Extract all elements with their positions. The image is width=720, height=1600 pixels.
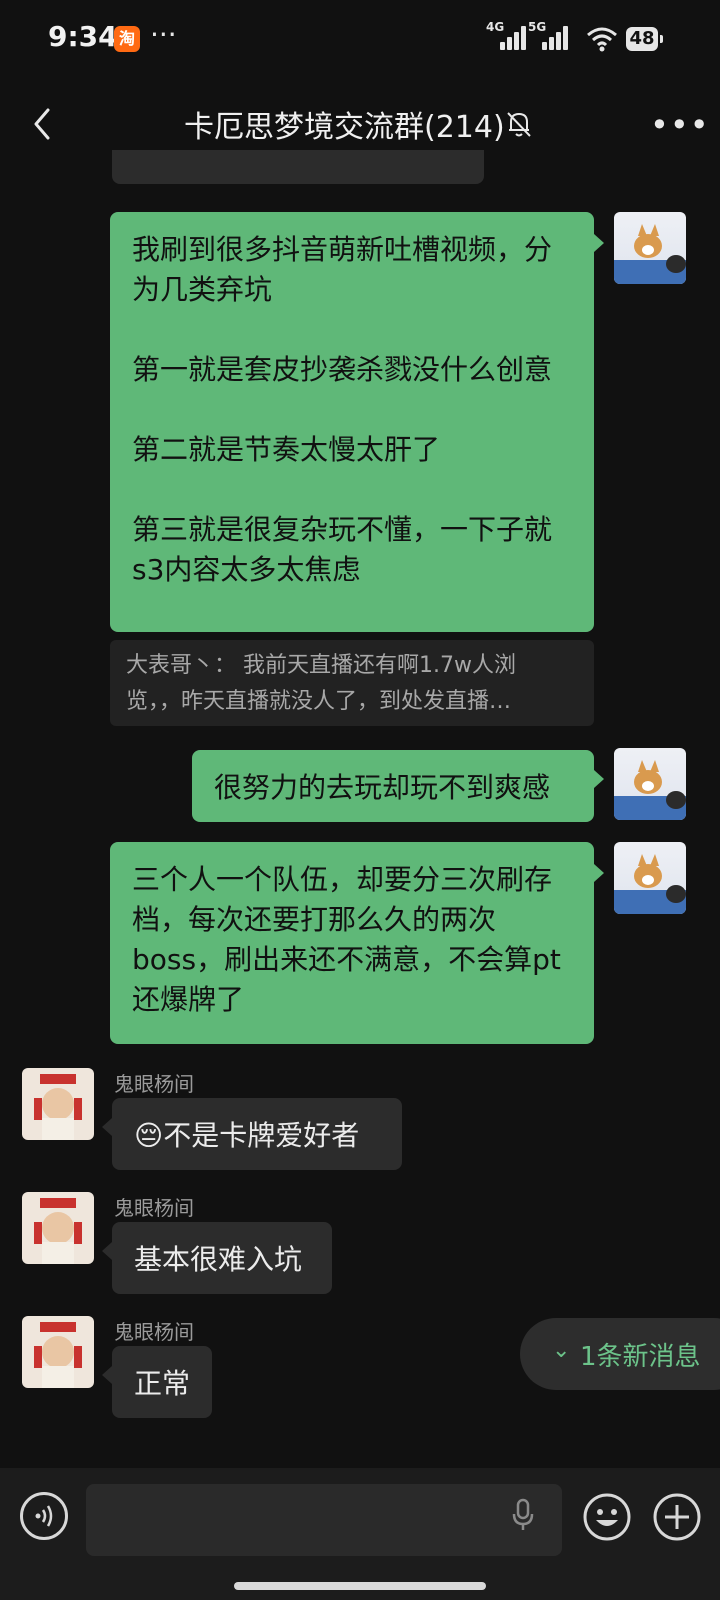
bubble-tail	[102, 1118, 112, 1136]
message-bubble-other[interactable]: 基本很难入坑	[112, 1222, 332, 1294]
microphone-icon[interactable]	[512, 1498, 534, 1532]
sender-name: 鬼眼杨间	[114, 1320, 194, 1344]
taobao-notification-icon: 淘	[114, 26, 140, 52]
home-indicator[interactable]	[234, 1582, 486, 1590]
my-avatar[interactable]	[614, 748, 686, 820]
message-bubble-mine[interactable]: 我刷到很多抖音萌新吐槽视频，分 为几类弃坑 第一就是套皮抄袭杀戮没什么创意 第二…	[110, 212, 594, 632]
message-bubble-other[interactable]: 😔不是卡牌爱好者	[112, 1098, 402, 1170]
quoted-message[interactable]: 大表哥丶： 我前天直播还有啊1.7w人浏 览，，昨天直播就没人了，到处发直播…	[110, 640, 594, 726]
sender-name: 鬼眼杨间	[114, 1072, 194, 1096]
more-options-icon[interactable]: •••	[650, 106, 710, 144]
message-bubble-other[interactable]: 正常	[112, 1346, 212, 1418]
bubble-tail	[594, 770, 604, 788]
emoji-icon[interactable]	[582, 1492, 632, 1542]
bubble-tail	[594, 864, 604, 882]
quote-line-1: 大表哥丶： 我前天直播还有啊1.7w人浏	[126, 653, 516, 678]
muted-bell-icon	[507, 112, 531, 137]
plus-icon[interactable]	[652, 1492, 702, 1542]
sender-avatar[interactable]	[22, 1192, 94, 1264]
status-bar: 9:34 淘 ··· 4G 5G 48	[0, 0, 720, 80]
chevron-double-down-icon: ⌄	[552, 1338, 571, 1363]
bubble-tail	[102, 1366, 112, 1384]
input-bar	[0, 1468, 720, 1600]
new-messages-button[interactable]: ⌄ 1条新消息	[520, 1318, 720, 1390]
new-messages-label: 1条新消息	[580, 1342, 701, 1372]
more-notifications-icon: ···	[150, 18, 177, 51]
voice-input-icon[interactable]	[20, 1492, 68, 1540]
message-bubble-mine[interactable]: 很努力的去玩却玩不到爽感	[192, 750, 594, 822]
message-list[interactable]: 我刷到很多抖音萌新吐槽视频，分 为几类弃坑 第一就是套皮抄袭杀戮没什么创意 第二…	[0, 150, 720, 1470]
message-bubble-mine[interactable]: 三个人一个队伍，却要分三次刷存 档，每次还要打那么久的两次 boss，刷出来还不…	[110, 842, 594, 1044]
sender-avatar[interactable]	[22, 1316, 94, 1388]
back-arrow-icon[interactable]	[24, 104, 64, 144]
bubble-tail	[594, 234, 604, 252]
battery-icon: 48	[626, 27, 663, 51]
bubble-tail	[102, 1242, 112, 1260]
my-avatar[interactable]	[614, 842, 686, 914]
chat-title: 卡厄思梦境交流群(214)	[184, 110, 505, 145]
message-bubble-partial[interactable]	[112, 150, 484, 184]
wifi-icon	[587, 27, 617, 52]
message-input[interactable]	[86, 1484, 562, 1556]
quote-line-2: 览，，昨天直播就没人了，到处发直播…	[126, 689, 512, 714]
sender-avatar[interactable]	[22, 1068, 94, 1140]
sender-name: 鬼眼杨间	[114, 1196, 194, 1220]
status-time: 9:34	[48, 20, 118, 53]
my-avatar[interactable]	[614, 212, 686, 284]
